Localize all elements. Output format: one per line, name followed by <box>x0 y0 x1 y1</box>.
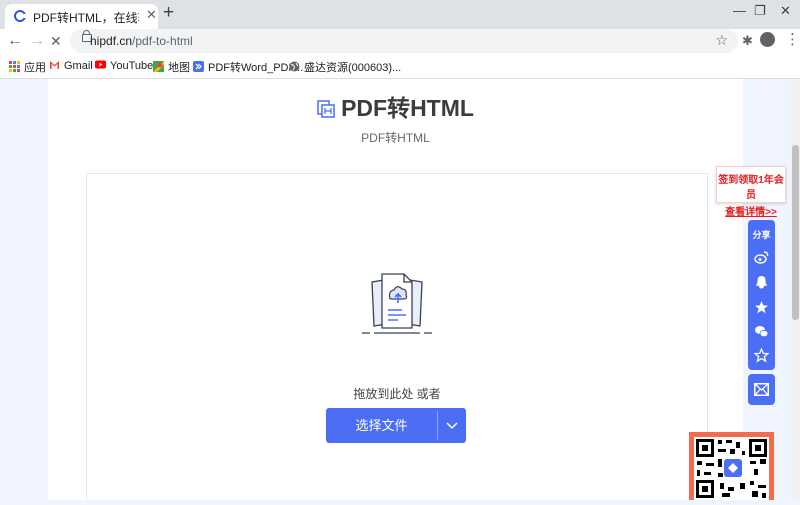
promo-details-link[interactable]: 查看详情>> <box>717 203 785 218</box>
bookmark-youtube[interactable]: YouTube <box>95 59 153 72</box>
youtube-icon <box>95 60 106 69</box>
maps-icon <box>153 61 164 72</box>
extensions-puzzle-icon[interactable]: ✱ <box>742 33 753 49</box>
mail-icon <box>754 383 769 396</box>
bookmarks-bar: 应用 Gmail YouTube 地图 PDF转Word_PDF... 盛达资源… <box>0 54 800 79</box>
file-drop-zone[interactable]: 拖放到此处 或者 选择文件 <box>86 173 708 500</box>
signin-promo-banner[interactable]: 签到领取1年会员 查看详情>> <box>716 166 786 218</box>
gmail-icon <box>50 61 59 69</box>
url-text: hipdf.cn/pdf-to-html <box>90 34 193 48</box>
page-viewport: PDF转HTML PDF转HTML 拖放到此处 或者 选择文件 <box>0 79 791 500</box>
scrollbar-thumb[interactable] <box>792 145 799 320</box>
wechat-icon[interactable] <box>754 324 769 339</box>
tab-strip: PDF转HTML，在线转换，无需任何 ✕ + — ❐ ✕ <box>0 0 800 29</box>
bookmark-pdf-to-word[interactable]: PDF转Word_PDF... <box>193 59 303 75</box>
qr-code-widget <box>689 432 774 500</box>
hipdf-icon <box>193 61 204 72</box>
content-panel: PDF转HTML PDF转HTML 拖放到此处 或者 选择文件 <box>48 79 743 500</box>
pdf-html-logo-icon <box>317 100 335 118</box>
page-scrollbar[interactable] <box>791 79 800 500</box>
page-heading: PDF转HTML <box>48 89 743 123</box>
qzone-icon[interactable] <box>754 300 769 315</box>
qq-icon[interactable] <box>754 275 769 290</box>
page-subtitle: PDF转HTML <box>361 131 430 145</box>
browser-tab-active[interactable]: PDF转HTML，在线转换，无需任何 ✕ <box>5 4 158 29</box>
feedback-mail-button[interactable] <box>748 374 775 405</box>
bookmark-maps[interactable]: 地图 <box>153 59 190 75</box>
new-tab-button[interactable]: + <box>163 3 174 23</box>
close-window-button[interactable]: ✕ <box>780 3 791 19</box>
bookmark-apps[interactable]: 应用 <box>9 59 46 75</box>
qr-code-image <box>696 439 767 498</box>
stop-loading-icon[interactable]: ✕ <box>50 31 62 51</box>
browser-toolbar: ← → ✕ hipdf.cn/pdf-to-html ☆ <box>0 29 800 54</box>
page-title: PDF转HTML <box>341 95 474 121</box>
address-bar[interactable]: hipdf.cn/pdf-to-html ☆ <box>70 29 738 53</box>
restore-button[interactable]: ❐ <box>754 3 766 19</box>
promo-text: 签到领取1年会员 <box>718 175 784 201</box>
share-label: 分享 <box>752 230 771 240</box>
bookmark-star-icon[interactable]: ☆ <box>715 32 728 49</box>
hipdf-favicon-icon <box>14 10 26 22</box>
globe-icon <box>289 61 300 72</box>
chevron-down-icon[interactable] <box>438 408 466 443</box>
apps-grid-icon <box>9 61 20 72</box>
weibo-icon[interactable] <box>754 250 769 265</box>
tab-close-icon[interactable]: ✕ <box>146 8 157 22</box>
minimize-button[interactable]: — <box>733 3 746 18</box>
choose-file-button[interactable]: 选择文件 <box>326 408 437 443</box>
bookmark-shengda[interactable]: 盛达资源(000603)... <box>289 59 401 75</box>
share-sidebar: 分享 <box>748 220 775 370</box>
back-arrow-icon[interactable]: ← <box>7 31 23 51</box>
cloud-upload-document-icon <box>362 273 432 334</box>
choose-file-button-group: 选择文件 <box>326 408 466 443</box>
menu-dots-icon[interactable]: ⋮ <box>785 30 800 48</box>
favorite-star-icon[interactable] <box>754 348 769 363</box>
profile-avatar-icon[interactable] <box>760 32 775 47</box>
drop-hint-text: 拖放到此处 或者 <box>353 387 441 401</box>
tab-title: PDF转HTML，在线转换，无需任何 <box>33 11 139 25</box>
bookmark-gmail[interactable]: Gmail <box>49 59 93 72</box>
forward-arrow-icon[interactable]: → <box>29 31 45 51</box>
